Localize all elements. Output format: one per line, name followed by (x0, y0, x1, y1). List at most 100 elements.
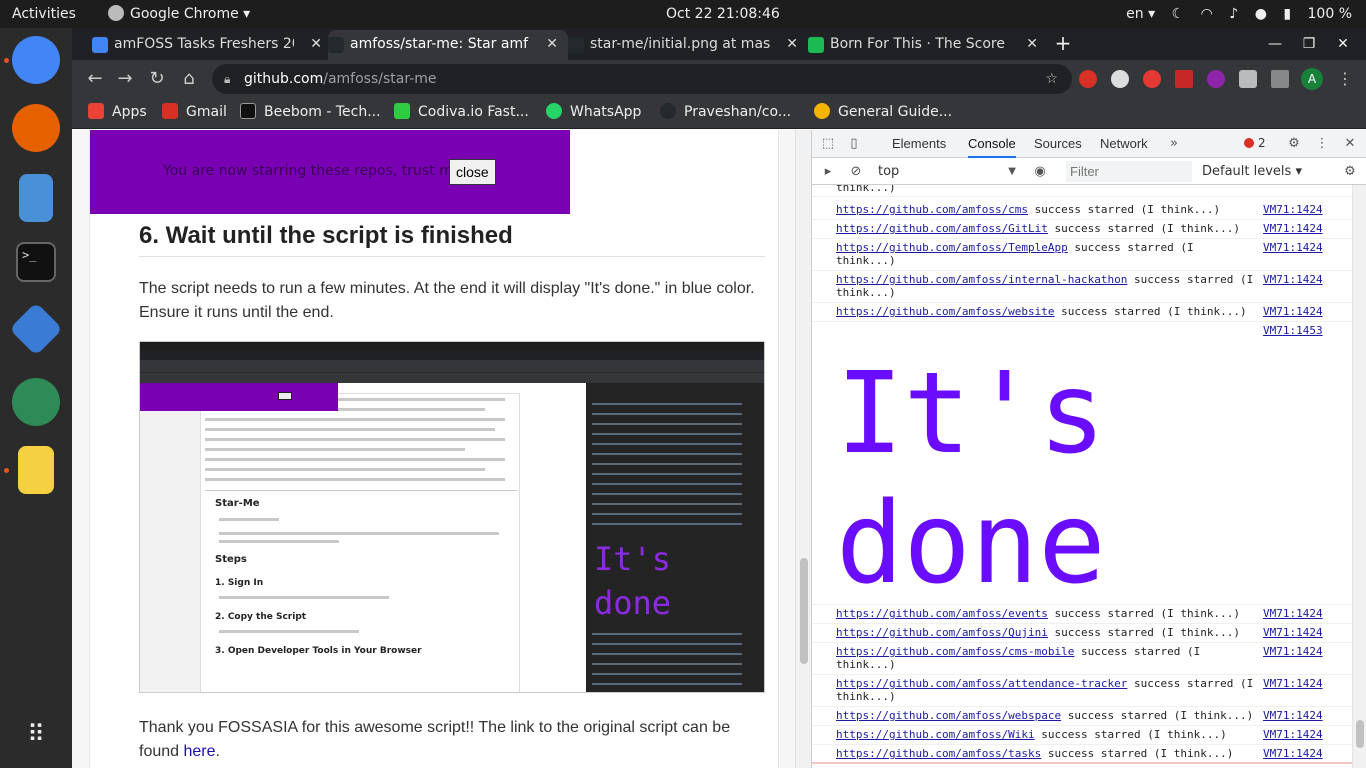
system-tray[interactable]: en ▾ ☾ ◠ ♪ ● ▮ 100 % (1102, 0, 1352, 28)
log-source-link[interactable]: VM71:1424 (1263, 626, 1323, 639)
log-link[interactable]: https://github.com/amfoss/website (836, 305, 1055, 318)
files-icon[interactable] (19, 174, 53, 222)
log-link[interactable]: https://github.com/amfoss/cms-mobile (836, 645, 1074, 658)
page-scrollbar-thumb[interactable] (800, 558, 808, 664)
tab-amfoss-tasks[interactable]: amFOSS Tasks Freshers 20 ✕ (92, 30, 332, 60)
close-icon[interactable]: ✕ (546, 30, 558, 58)
bookmark-codiva[interactable]: Codiva.io Fast... (394, 98, 529, 128)
clear-console-icon[interactable]: ⊘ (848, 164, 864, 180)
address-bar[interactable]: 🔒︎ github.com/amfoss/star-me ☆ (212, 64, 1072, 94)
extension-icon[interactable] (1207, 70, 1225, 88)
log-source-link[interactable]: VM71:1424 (1263, 222, 1323, 235)
lock-icon: 🔒︎ (224, 72, 231, 86)
adblock-icon[interactable] (1079, 70, 1097, 88)
bookmark-gmail[interactable]: Gmail (162, 98, 227, 128)
tab-elements[interactable]: Elements (892, 130, 946, 158)
close-icon[interactable]: ✕ (1026, 30, 1038, 58)
extension-icon[interactable] (1175, 70, 1193, 88)
activities-button[interactable]: Activities (12, 0, 76, 28)
tab-sources[interactable]: Sources (1034, 130, 1082, 158)
terminal-icon[interactable]: >_ (16, 242, 56, 282)
profile-avatar[interactable]: A (1301, 68, 1323, 90)
popup-close-button[interactable]: close (449, 159, 496, 185)
log-link[interactable]: https://github.com/amfoss/events (836, 607, 1048, 620)
close-icon[interactable]: ✕ (786, 30, 798, 58)
tab-initial-png[interactable]: star-me/initial.png at mas ✕ (568, 30, 808, 60)
clock[interactable]: Oct 22 21:08:46 (666, 0, 780, 28)
show-apps-icon[interactable]: ⠿ (12, 710, 60, 758)
error-icon (1244, 138, 1254, 148)
firefox-icon[interactable] (12, 104, 60, 152)
log-link[interactable]: https://github.com/amfoss/webspace (836, 709, 1061, 722)
live-expression-eye-icon[interactable]: ◉ (1032, 164, 1048, 180)
device-toolbar-icon[interactable]: ▯ (846, 136, 862, 152)
original-script-link[interactable]: here (183, 743, 215, 760)
screenshot-log-line (592, 403, 742, 405)
bookmark-beebom[interactable]: Beebom - Tech... (240, 98, 381, 128)
log-source-link[interactable]: VM71:1424 (1263, 747, 1323, 760)
extension-icon[interactable] (1143, 70, 1161, 88)
inspect-element-icon[interactable]: ⬚ (820, 136, 836, 152)
tab-spotify[interactable]: Born For This · The Score ✕ (808, 30, 1048, 60)
app-menu[interactable]: Google Chrome ▾ (108, 0, 250, 28)
back-icon[interactable]: ← (82, 66, 108, 92)
log-source-link[interactable]: VM71:1424 (1263, 241, 1323, 254)
log-link[interactable]: https://github.com/amfoss/Qujini (836, 626, 1048, 639)
context-selector[interactable]: top ▼ (878, 162, 1016, 181)
log-source-link[interactable]: VM71:1424 (1263, 709, 1323, 722)
log-source-link[interactable]: VM71:1424 (1263, 203, 1323, 216)
bookmark-apps[interactable]: Apps (88, 98, 147, 128)
screenshot-log-line (592, 453, 742, 455)
bookmark-whatsapp[interactable]: WhatsApp (546, 98, 641, 128)
log-link[interactable]: https://github.com/amfoss/attendance-tra… (836, 677, 1127, 690)
tab-network[interactable]: Network (1100, 130, 1148, 158)
log-link[interactable]: https://github.com/amfoss/TempleApp (836, 241, 1068, 254)
maximize-icon[interactable]: ❐ (1292, 28, 1326, 60)
log-source-link[interactable]: VM71:1424 (1263, 728, 1323, 741)
tab-console[interactable]: Console (968, 130, 1016, 158)
log-source-link[interactable]: VM71:1424 (1263, 273, 1323, 286)
reload-icon[interactable]: ↻ (144, 66, 170, 92)
console-scrollbar[interactable] (1352, 185, 1366, 768)
log-link[interactable]: https://github.com/amfoss/internal-hacka… (836, 273, 1127, 286)
more-options-icon[interactable]: ⋮ (1314, 136, 1330, 152)
media-control-icon[interactable] (1271, 70, 1289, 88)
bookmark-star-icon[interactable]: ☆ (1045, 64, 1058, 94)
log-source-link[interactable]: VM71:1424 (1263, 607, 1323, 620)
settings-gear-icon[interactable]: ⚙ (1286, 136, 1302, 152)
atom-icon[interactable] (12, 378, 60, 426)
log-source-link[interactable]: VM71:1424 (1263, 645, 1323, 658)
error-count-badge[interactable]: 2 (1244, 136, 1266, 150)
log-source-link[interactable]: VM71:1424 (1263, 677, 1323, 690)
text-editor-icon[interactable] (18, 446, 54, 494)
new-tab-button[interactable]: + (1050, 28, 1076, 60)
more-tabs-icon[interactable]: » (1166, 136, 1182, 152)
console-settings-icon[interactable]: ⚙ (1342, 164, 1358, 180)
forward-icon[interactable]: → (112, 66, 138, 92)
puzzle-icon[interactable] (1239, 70, 1257, 88)
home-icon[interactable]: ⌂ (176, 66, 202, 92)
page-scrollbar[interactable] (795, 130, 811, 768)
bookmark-praveshan[interactable]: Praveshan/co... (660, 98, 791, 128)
log-link[interactable]: https://github.com/amfoss/cms (836, 203, 1028, 216)
log-link[interactable]: https://github.com/amfoss/Wiki (836, 728, 1035, 741)
log-link[interactable]: https://github.com/amfoss/GitLit (836, 222, 1048, 235)
close-devtools-icon[interactable]: ✕ (1342, 136, 1358, 152)
bookmark-general-guide[interactable]: General Guide... (814, 98, 952, 128)
settings-icon[interactable] (9, 302, 63, 356)
close-icon[interactable]: ✕ (310, 30, 322, 58)
tab-star-me[interactable]: amfoss/star-me: Star amf ✕ (328, 30, 568, 60)
console-filter-input[interactable] (1066, 161, 1192, 182)
close-window-icon[interactable]: ✕ (1326, 28, 1360, 60)
log-source-link[interactable]: VM71:1424 (1263, 305, 1323, 318)
log-link[interactable]: https://github.com/amfoss/tasks (836, 747, 1041, 760)
menu-icon[interactable]: ⋮ (1332, 66, 1358, 92)
console-scrollbar-thumb[interactable] (1356, 720, 1364, 748)
log-source-link[interactable]: VM71:1453 (1263, 324, 1323, 337)
minimize-icon[interactable]: — (1258, 28, 1292, 60)
keyboard-layout[interactable]: en ▾ (1114, 6, 1155, 22)
sidebar-toggle-icon[interactable]: ▸ (820, 164, 836, 180)
chrome-icon[interactable] (12, 36, 60, 84)
log-levels-dropdown[interactable]: Default levels ▾ (1202, 162, 1302, 181)
extension-icon[interactable] (1111, 70, 1129, 88)
